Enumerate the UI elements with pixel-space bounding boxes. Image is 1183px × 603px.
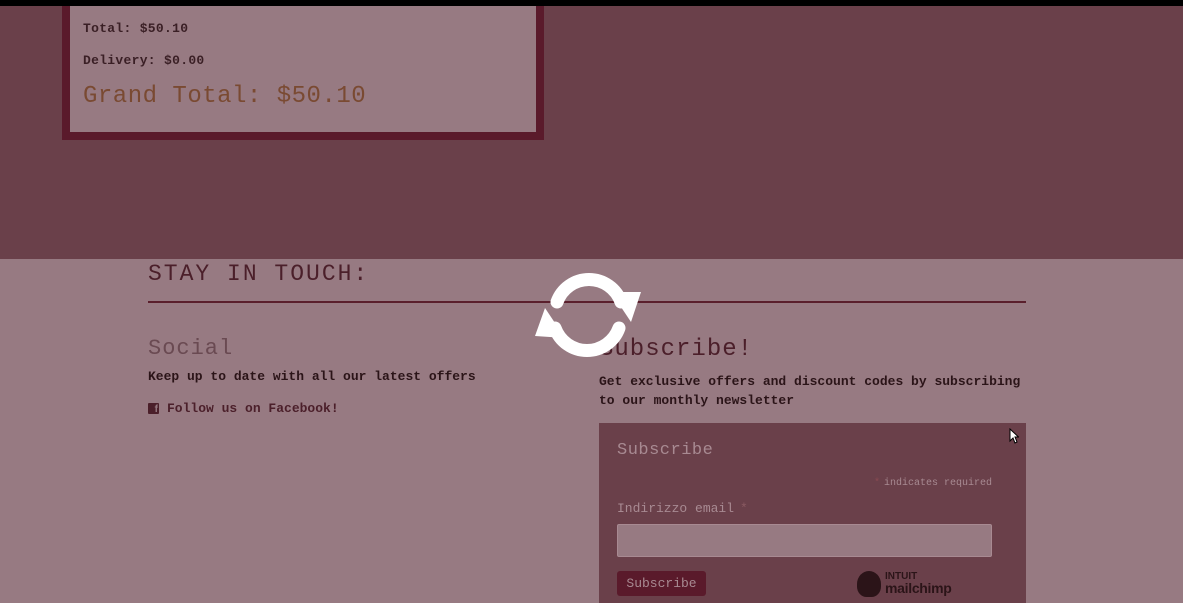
stay-in-touch-heading: STAY IN TOUCH: xyxy=(148,261,370,287)
email-field[interactable] xyxy=(617,524,992,557)
facebook-link[interactable]: f Follow us on Facebook! xyxy=(148,401,339,416)
required-note-text: indicates required xyxy=(883,478,992,489)
order-summary: Total: $50.10 Delivery: $0.00 Grand Tota… xyxy=(62,6,544,140)
brand-mailchimp: mailchimp xyxy=(885,580,952,596)
email-label: Indirizzo email * xyxy=(617,501,748,516)
refresh-icon xyxy=(535,273,641,357)
order-summary-panel: Total: $50.10 Delivery: $0.00 Grand Tota… xyxy=(70,6,536,132)
mailchimp-logo[interactable]: INTUIT mailchimp xyxy=(857,571,957,599)
required-star: * xyxy=(873,478,880,489)
mailchimp-freddie-icon xyxy=(857,571,881,597)
email-required-star: * xyxy=(740,501,748,516)
mouse-pointer-icon xyxy=(1009,428,1019,444)
social-description: Keep up to date with all our latest offe… xyxy=(148,369,476,384)
order-total: Total: $50.10 xyxy=(83,21,189,36)
mailchimp-form: Subscribe * indicates required Indirizzo … xyxy=(599,423,1026,603)
form-title: Subscribe xyxy=(617,441,714,460)
order-delivery: Delivery: $0.00 xyxy=(83,53,205,68)
required-note: * indicates required xyxy=(874,478,992,489)
facebook-square-icon: f xyxy=(148,403,159,415)
facebook-link-label: Follow us on Facebook! xyxy=(167,401,339,416)
email-label-text: Indirizzo email xyxy=(617,501,735,516)
subscribe-description: Get exclusive offers and discount codes … xyxy=(599,374,1021,408)
subscribe-button[interactable]: Subscribe xyxy=(617,571,706,596)
social-heading: Social xyxy=(148,336,234,361)
grand-total: Grand Total: $50.10 xyxy=(83,83,367,110)
